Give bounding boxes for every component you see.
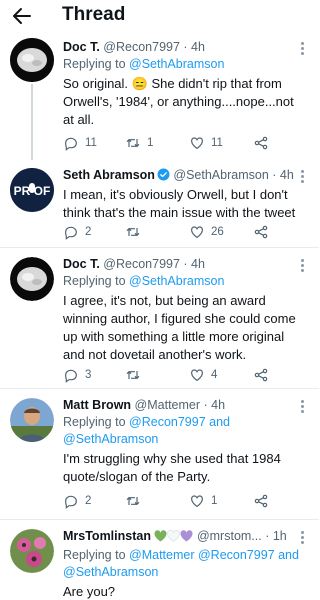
- share-button[interactable]: [253, 133, 275, 153]
- tweet-text: I agree, it's not, but being an award wi…: [63, 293, 296, 362]
- mention-link[interactable]: @SethAbramson: [129, 274, 224, 288]
- heart-icon: [191, 495, 203, 508]
- timestamp: · 4h: [183, 257, 205, 271]
- tweet[interactable]: MrsTomlinstan @mrstom... · 1h Replying t…: [0, 521, 319, 600]
- tweet-text: So original. 😑 She didn't rip that from …: [63, 76, 294, 127]
- timestamp: · 4h: [203, 398, 226, 412]
- avatar[interactable]: [10, 398, 54, 442]
- purple-heart-icon: [180, 530, 193, 542]
- tweet-text: I mean, it's obviously Orwell, but I don…: [63, 187, 296, 220]
- author-handle: @Recon7997: [103, 257, 180, 271]
- heart-icon: [191, 369, 203, 382]
- timestamp: · 4h: [183, 40, 205, 54]
- tweet[interactable]: Doc T. @Recon7997 · 4h Replying to @Seth…: [0, 249, 319, 389]
- timestamp: · 1h: [265, 529, 287, 543]
- avatar[interactable]: [10, 38, 54, 82]
- author-name: Seth Abramson: [63, 168, 155, 182]
- white-heart-icon: [167, 530, 181, 542]
- author-name: Doc T.: [63, 40, 100, 54]
- avatar[interactable]: PR OF: [10, 168, 54, 212]
- replying-to: Replying to @SethAbramson: [63, 274, 225, 288]
- replying-to: Replying to @Recon7997 and @SethAbramson: [63, 415, 230, 446]
- timestamp: · 4h: [272, 168, 294, 182]
- share-icon: [254, 136, 268, 150]
- tweet-text: Are you?: [63, 584, 116, 599]
- reply-icon: [65, 495, 77, 509]
- arrow-left-icon[interactable]: [10, 4, 34, 28]
- retweet-button[interactable]: [125, 491, 147, 511]
- retweet-icon: [126, 227, 140, 237]
- share-icon: [254, 368, 268, 382]
- author-name: Doc T.: [63, 257, 100, 271]
- page-title: Thread: [62, 4, 126, 25]
- avatar[interactable]: [10, 529, 54, 573]
- share-icon: [254, 225, 268, 239]
- share-button[interactable]: [253, 365, 275, 385]
- reply-icon: [65, 369, 77, 383]
- reply-button[interactable]: 3: [63, 365, 91, 385]
- tweet[interactable]: Matt Brown @Mattemer · 4h Replying to @R…: [0, 390, 319, 520]
- retweet-icon: [126, 496, 140, 506]
- author-name: MrsTomlinstan: [63, 529, 151, 543]
- reply-button[interactable]: 2: [63, 222, 91, 242]
- reply-button[interactable]: 2: [63, 491, 91, 511]
- retweet-button[interactable]: 1: [125, 133, 153, 153]
- avatar[interactable]: [10, 257, 54, 301]
- like-button[interactable]: 26: [189, 222, 224, 242]
- heart-icon: [191, 137, 203, 150]
- like-button[interactable]: 11: [189, 133, 223, 153]
- reply-button[interactable]: 11: [63, 133, 97, 153]
- like-button[interactable]: 4: [189, 365, 217, 385]
- share-icon: [254, 494, 268, 508]
- heart-icon: [191, 226, 203, 239]
- reply-icon: [65, 226, 77, 240]
- mention-link[interactable]: @SethAbramson: [129, 57, 224, 71]
- top-bar: Thread: [0, 0, 319, 32]
- replying-to: Replying to @Mattemer @Recon7997 and @Se…: [63, 548, 299, 579]
- author-name: Matt Brown: [63, 398, 132, 412]
- retweet-icon: [126, 370, 140, 380]
- like-button[interactable]: 1: [189, 491, 217, 511]
- replying-to: Replying to @SethAbramson: [63, 57, 225, 71]
- tweet-text: I'm struggling why she used that 1984 qu…: [63, 451, 281, 484]
- reply-icon: [65, 137, 77, 151]
- tweet[interactable]: PR OF Seth Abramson @SethAbramson · 4h I…: [0, 160, 319, 248]
- retweet-button[interactable]: [125, 365, 147, 385]
- author-handle: @SethAbramson: [173, 168, 269, 182]
- heart-emojis: [154, 530, 193, 547]
- verified-badge-icon: [157, 168, 170, 181]
- retweet-icon: [126, 138, 140, 148]
- share-button[interactable]: [253, 222, 275, 242]
- author-handle: @mrstom...: [196, 529, 262, 543]
- retweet-button[interactable]: [125, 222, 147, 242]
- green-heart-icon: [154, 530, 167, 542]
- author-handle: @Mattemer: [134, 398, 201, 412]
- author-handle: @Recon7997: [103, 40, 180, 54]
- tweet[interactable]: Doc T. @Recon7997 · 4h Replying to @Seth…: [0, 32, 319, 160]
- share-button[interactable]: [253, 491, 275, 511]
